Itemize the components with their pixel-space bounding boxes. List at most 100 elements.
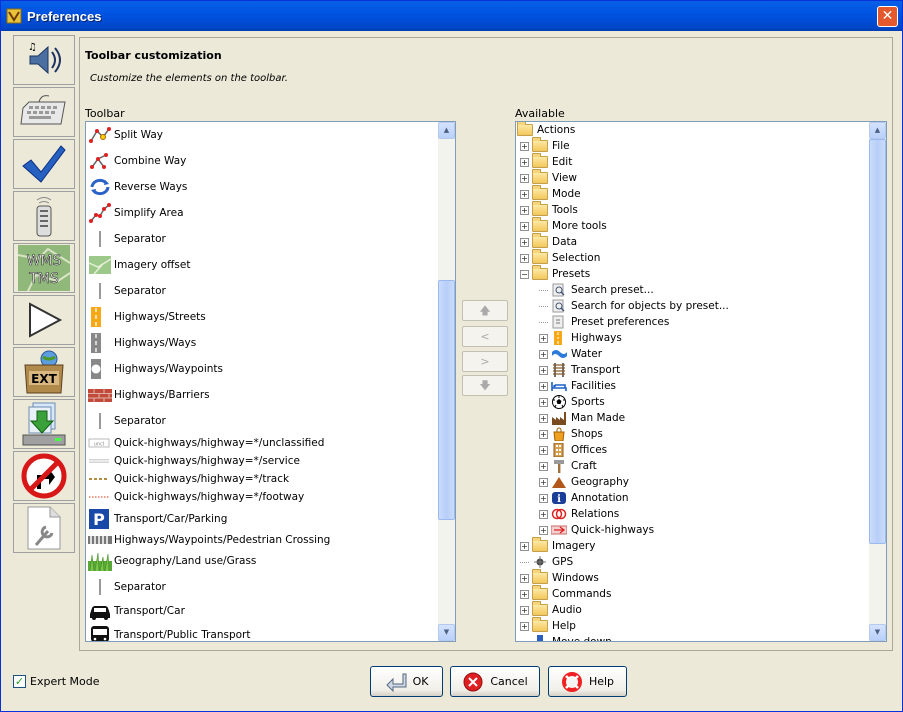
expand-icon[interactable]: + <box>520 173 529 183</box>
tree-node[interactable]: + View <box>520 169 577 186</box>
remove-from-toolbar-button[interactable]: < <box>462 326 508 347</box>
expand-icon[interactable]: + <box>520 573 529 583</box>
expert-mode-checkbox[interactable]: ✓ Expert Mode <box>13 675 100 688</box>
tab-download[interactable] <box>13 399 75 449</box>
move-down-button[interactable]: 🡇 <box>462 375 508 396</box>
expand-icon[interactable]: + <box>520 589 529 599</box>
expand-icon[interactable]: + <box>520 141 529 151</box>
tree-node[interactable]: + Mode <box>520 185 581 202</box>
tree-node[interactable]: + Man Made <box>539 410 625 426</box>
tree-node[interactable]: GPS <box>520 554 573 570</box>
toolbar-list-item[interactable]: Highways/Waypoints/Pedestrian Crossing <box>88 529 330 551</box>
tree-node[interactable]: + Selection <box>520 249 600 266</box>
tree-node[interactable]: + Windows <box>520 569 599 586</box>
toolbar-list-item[interactable]: Highways/Waypoints <box>88 358 223 380</box>
expand-icon[interactable]: + <box>539 493 548 503</box>
tree-node[interactable]: + i Annotation <box>539 490 629 506</box>
tree-node[interactable]: Preset preferences <box>539 314 669 330</box>
tree-node[interactable]: − Presets <box>520 265 590 282</box>
tree-node[interactable]: + Audio <box>520 601 582 618</box>
expand-icon[interactable]: + <box>539 477 548 487</box>
help-button[interactable]: Help <box>548 666 627 697</box>
checkbox-check-icon[interactable]: ✓ <box>13 675 26 688</box>
expand-icon[interactable]: + <box>539 429 548 439</box>
expand-icon[interactable]: + <box>539 445 548 455</box>
tab-shortcuts[interactable] <box>13 451 75 501</box>
toolbar-list-item[interactable]: Separator <box>88 576 166 598</box>
toolbar-list-item[interactable]: Transport/Car <box>88 600 185 622</box>
collapse-icon[interactable]: − <box>520 269 529 279</box>
expand-icon[interactable]: + <box>539 381 548 391</box>
tree-node[interactable]: + Craft <box>539 458 597 474</box>
tree-node[interactable]: Move down <box>520 634 612 641</box>
toolbar-list-item[interactable]: Split Way <box>88 124 163 146</box>
toolbar-list-item[interactable]: Highways/Ways <box>88 332 196 354</box>
toolbar-scroll-down-button[interactable]: ▼ <box>438 624 455 641</box>
tree-node[interactable]: + Water <box>539 346 602 362</box>
toolbar-list-item[interactable]: Separator <box>88 228 166 250</box>
tab-plugins[interactable]: EXT <box>13 347 75 397</box>
tree-node[interactable]: + Tools <box>520 201 578 218</box>
tab-advanced[interactable] <box>13 503 75 553</box>
add-to-toolbar-button[interactable]: > <box>462 351 508 372</box>
toolbar-scroll-up-button[interactable]: ▲ <box>438 122 455 139</box>
tree-scroll-down-button[interactable]: ▼ <box>869 624 886 641</box>
tree-node[interactable]: + Help <box>520 617 576 634</box>
move-up-button[interactable]: 🡅 <box>462 300 508 321</box>
toolbar-list-item[interactable]: Highways/Barriers <box>88 384 210 406</box>
expand-icon[interactable]: + <box>539 397 548 407</box>
tab-keyboard[interactable] <box>13 87 75 137</box>
cancel-button[interactable]: Cancel <box>450 666 540 697</box>
expand-icon[interactable]: + <box>539 349 548 359</box>
tree-node[interactable]: + Commands <box>520 585 611 602</box>
tree-node[interactable]: + Offices <box>539 442 607 458</box>
expand-icon[interactable]: + <box>539 509 548 519</box>
tab-imagery[interactable]: WMS TMS <box>13 243 75 293</box>
tree-node[interactable]: + Geography <box>539 474 629 490</box>
close-button[interactable]: ✕ <box>877 6 898 27</box>
tree-node[interactable]: + Facilities <box>539 378 616 394</box>
tab-validator[interactable] <box>13 139 75 189</box>
toolbar-list-item[interactable]: Reverse Ways <box>88 176 187 198</box>
tree-scroll-up-button[interactable]: ▲ <box>869 122 886 139</box>
tree-scroll-thumb[interactable] <box>869 139 886 544</box>
toolbar-list[interactable]: Split Way Combine Way Reverse Ways Simplify… <box>85 121 456 642</box>
tree-node[interactable]: + Transport <box>539 362 620 378</box>
tab-remote-control[interactable] <box>13 191 75 241</box>
toolbar-list-item[interactable]: P Transport/Car/Parking <box>88 508 227 530</box>
tree-node[interactable]: Search for objects by preset... <box>539 298 729 314</box>
title-bar[interactable]: Preferences ✕ <box>1 1 902 31</box>
expand-icon[interactable]: + <box>539 461 548 471</box>
expand-icon[interactable]: + <box>539 333 548 343</box>
tree-node[interactable]: + Edit <box>520 153 572 170</box>
tree-node[interactable]: + Shops <box>539 426 603 442</box>
tree-node[interactable]: + Highways <box>539 330 622 346</box>
tree-node[interactable]: + File <box>520 137 570 154</box>
toolbar-list-item[interactable]: Geography/Land use/Grass <box>88 550 256 572</box>
toolbar-list-item[interactable]: Transport/Public Transport <box>88 624 251 641</box>
tree-node[interactable]: + Data <box>520 233 577 250</box>
expand-icon[interactable]: + <box>520 237 529 247</box>
expand-icon[interactable]: + <box>520 621 529 631</box>
expand-icon[interactable]: + <box>520 189 529 199</box>
expand-icon[interactable]: + <box>520 157 529 167</box>
ok-button[interactable]: OK <box>370 666 443 697</box>
tree-node[interactable]: + Imagery <box>520 537 595 554</box>
tree-node[interactable]: Search preset... <box>539 282 654 298</box>
toolbar-list-item[interactable]: Quick-highways/highway=*/footway <box>88 486 304 508</box>
expand-icon[interactable]: + <box>539 413 548 423</box>
expand-icon[interactable]: + <box>520 205 529 215</box>
expand-icon[interactable]: + <box>520 605 529 615</box>
tab-draw[interactable] <box>13 295 75 345</box>
toolbar-list-item[interactable]: Highways/Streets <box>88 306 206 328</box>
toolbar-list-scrollbar[interactable]: ▲ ▼ <box>438 122 455 641</box>
expand-icon[interactable]: + <box>520 541 529 551</box>
tree-node[interactable]: Actions <box>517 122 575 138</box>
toolbar-scroll-thumb[interactable] <box>438 280 455 520</box>
tree-node[interactable]: + More tools <box>520 217 607 234</box>
expand-icon[interactable]: + <box>539 525 548 535</box>
expand-icon[interactable]: + <box>520 253 529 263</box>
tree-node[interactable]: + Sports <box>539 394 605 410</box>
toolbar-list-item[interactable]: Combine Way <box>88 150 186 172</box>
tab-sound[interactable]: ♫ <box>13 35 75 85</box>
